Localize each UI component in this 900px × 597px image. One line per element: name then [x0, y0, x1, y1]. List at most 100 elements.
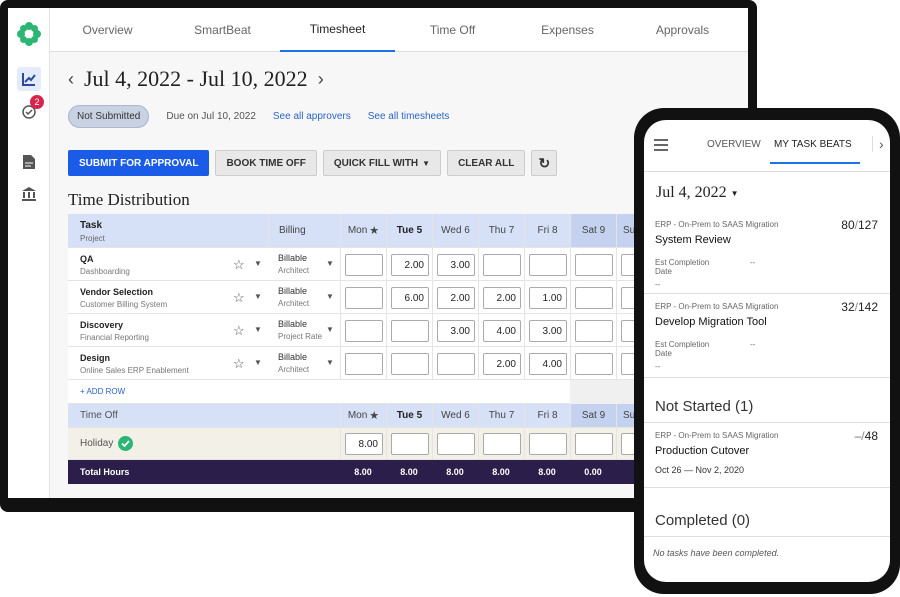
progress-total: 48	[864, 429, 878, 443]
hour-cell	[570, 347, 616, 379]
billing-role: Architect	[278, 266, 310, 275]
hours-input[interactable]	[575, 287, 613, 309]
total-value: 8.00	[354, 467, 372, 477]
hours-input[interactable]: 3.00	[437, 254, 475, 276]
hour-cell: 3.00	[432, 248, 478, 280]
task-dates: Oct 26 — Nov 2, 2020	[655, 465, 745, 475]
hours-input[interactable]: 3.00	[529, 320, 567, 342]
empty-message: No tasks have been completed.	[653, 548, 780, 558]
hours-input[interactable]	[391, 320, 429, 342]
task-name: Discovery	[80, 320, 124, 330]
est-completion-value: --	[750, 258, 756, 267]
hours-input[interactable]: 4.00	[483, 320, 521, 342]
task-project: ERP - On-Prem to SAAS Migration	[655, 302, 779, 311]
caret-down-icon[interactable]: ▼	[326, 358, 334, 367]
billing-role: Project Rate	[278, 332, 323, 341]
tab-timesheet[interactable]: Timesheet	[280, 8, 395, 52]
hour-cell	[386, 314, 432, 346]
task-project: Online Sales ERP Enablement	[80, 366, 189, 375]
tab-expenses[interactable]: Expenses	[510, 8, 625, 52]
hours-input[interactable]	[437, 353, 475, 375]
tab-overview[interactable]: Overview	[50, 8, 165, 52]
see-timesheets-link[interactable]: See all timesheets	[368, 111, 450, 122]
bank-nav-icon[interactable]	[17, 182, 41, 206]
task-progress: 32/142	[841, 300, 878, 314]
star-outline-icon[interactable]: ☆	[233, 290, 245, 306]
billing-role: Architect	[278, 299, 310, 308]
book-time-off-button[interactable]: BOOK TIME OFF	[215, 150, 317, 176]
hours-input[interactable]: 2.00	[391, 254, 429, 276]
timesheet-nav-icon[interactable]	[17, 67, 41, 91]
hours-input[interactable]	[391, 433, 429, 455]
star-outline-icon[interactable]: ☆	[233, 257, 245, 273]
billing-role: Architect	[278, 365, 310, 374]
hours-input[interactable]	[345, 320, 383, 342]
hours-input[interactable]: 8.00	[345, 433, 383, 455]
mobile-tab-overview[interactable]: OVERVIEW	[707, 139, 761, 150]
clear-all-button[interactable]: CLEAR ALL	[447, 150, 526, 176]
hours-input[interactable]	[437, 433, 475, 455]
see-approvers-link[interactable]: See all approvers	[273, 111, 351, 122]
mobile-tabs: OVERVIEW MY TASK BEATS ›	[644, 120, 890, 172]
day-header-tue: Tue 5	[386, 214, 432, 247]
hours-input[interactable]	[575, 433, 613, 455]
status-badge: Not Submitted	[68, 105, 150, 128]
star-outline-icon[interactable]: ☆	[233, 323, 245, 339]
time-off-label: Time Off	[80, 410, 118, 421]
caret-down-icon[interactable]: ▼	[254, 259, 262, 268]
hours-input[interactable]: 2.00	[437, 287, 475, 309]
progress-done: 80	[841, 218, 855, 232]
hours-input[interactable]	[529, 254, 567, 276]
refresh-icon[interactable]: ↻	[531, 150, 558, 176]
hours-input[interactable]	[575, 320, 613, 342]
hours-input[interactable]: 3.00	[437, 320, 475, 342]
mobile-date[interactable]: Jul 4, 2022 ▼	[656, 184, 739, 202]
tab-time-off[interactable]: Time Off	[395, 8, 510, 52]
progress-total: 142	[857, 300, 878, 314]
hours-input[interactable]	[575, 254, 613, 276]
caret-down-icon[interactable]: ▼	[254, 358, 262, 367]
task-project: ERP - On-Prem to SAAS Migration	[655, 431, 779, 440]
hour-cell	[386, 428, 432, 459]
caret-down-icon[interactable]: ▼	[254, 292, 262, 301]
hours-input[interactable]	[345, 254, 383, 276]
hours-input[interactable]	[483, 254, 521, 276]
mobile-tab-task-beats[interactable]: MY TASK BEATS	[770, 139, 860, 164]
phone-frame: OVERVIEW MY TASK BEATS › Jul 4, 2022 ▼ E…	[634, 108, 900, 594]
tab-smartbeat[interactable]: SmartBeat	[165, 8, 280, 52]
chevron-right-icon[interactable]: ›	[872, 136, 884, 152]
tab-approvals[interactable]: Approvals	[625, 8, 740, 52]
hours-input[interactable]: 4.00	[529, 353, 567, 375]
task-card[interactable]: ERP - On-Prem to SAAS Migration Producti…	[644, 422, 890, 488]
chevron-right-icon[interactable]: ›	[318, 69, 324, 90]
task-card[interactable]: ERP - On-Prem to SAAS Migration System R…	[644, 212, 890, 294]
hour-cell: 2.00	[386, 248, 432, 280]
menu-icon[interactable]	[654, 138, 668, 156]
caret-down-icon[interactable]: ▼	[254, 325, 262, 334]
day-header-tue: Tue 5	[386, 404, 432, 427]
hours-input[interactable]: 6.00	[391, 287, 429, 309]
hours-input[interactable]	[345, 287, 383, 309]
caret-down-icon[interactable]: ▼	[326, 292, 334, 301]
hours-input[interactable]	[575, 353, 613, 375]
document-nav-icon[interactable]	[17, 150, 41, 174]
quick-fill-button[interactable]: QUICK FILL WITH ▼	[322, 150, 442, 176]
chevron-left-icon[interactable]: ‹	[68, 69, 74, 90]
add-row-button[interactable]: + ADD ROW	[80, 387, 125, 396]
hours-input[interactable]	[391, 353, 429, 375]
caret-down-icon[interactable]: ▼	[326, 259, 334, 268]
hours-input[interactable]: 2.00	[483, 353, 521, 375]
star-outline-icon[interactable]: ☆	[233, 356, 245, 372]
submit-for-approval-button[interactable]: SUBMIT FOR APPROVAL	[68, 150, 210, 176]
day-header-sat: Sat 9	[570, 404, 616, 427]
task-card[interactable]: ERP - On-Prem to SAAS Migration Develop …	[644, 294, 890, 378]
billing-type: Billable	[278, 319, 308, 329]
hours-input[interactable]	[483, 433, 521, 455]
hours-input[interactable]	[345, 353, 383, 375]
hours-input[interactable]	[529, 433, 567, 455]
top-tabs: Overview SmartBeat Timesheet Time Off Ex…	[50, 8, 748, 52]
hours-input[interactable]: 1.00	[529, 287, 567, 309]
task-project: Dashboarding	[80, 267, 130, 276]
hours-input[interactable]: 2.00	[483, 287, 521, 309]
caret-down-icon[interactable]: ▼	[326, 325, 334, 334]
